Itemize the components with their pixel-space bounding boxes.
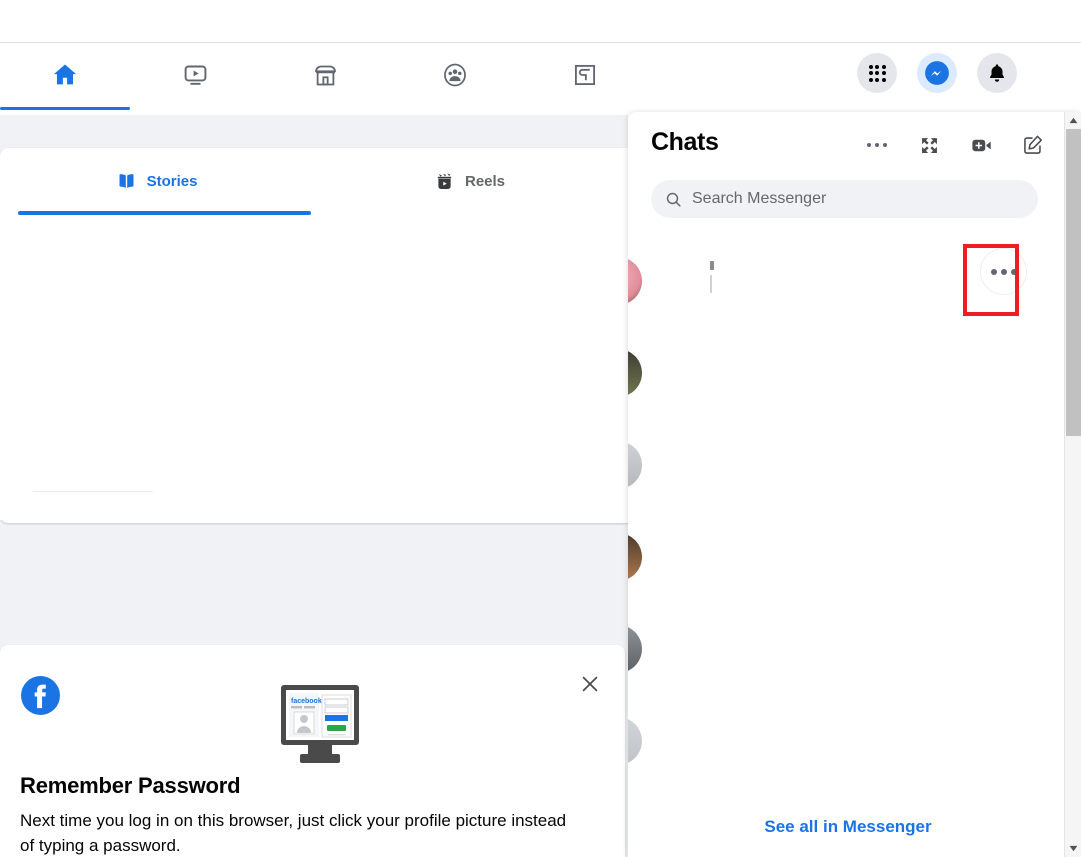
ellipsis-icon xyxy=(990,268,1017,275)
tab-stories[interactable]: Stories xyxy=(0,148,313,215)
svg-text:facebook: facebook xyxy=(291,698,322,705)
stories-reels-card: Stories Reels xyxy=(0,148,628,523)
chat-avatar xyxy=(628,441,642,489)
app-root: Stories Reels facebook Remember Password… xyxy=(0,0,1081,857)
search-icon xyxy=(666,192,681,207)
chat-list-item[interactable] xyxy=(628,695,1068,787)
scroll-down-button[interactable] xyxy=(1065,840,1081,857)
chat-avatar xyxy=(628,257,642,305)
nav-tab-gaming[interactable] xyxy=(520,44,650,106)
home-icon xyxy=(53,64,77,85)
scroll-up-arrow-icon xyxy=(1069,117,1078,124)
groups-icon xyxy=(444,63,466,87)
scroll-up-button[interactable] xyxy=(1065,112,1081,129)
dialog-description: Next time you log in on this browser, ju… xyxy=(20,811,567,855)
reels-icon xyxy=(437,173,452,189)
bell-icon xyxy=(989,64,1005,82)
messenger-expand-button[interactable] xyxy=(911,127,947,163)
nav-tab-video[interactable] xyxy=(130,44,260,106)
chat-avatar xyxy=(628,349,642,397)
stories-book-icon xyxy=(119,174,134,188)
chat-list-item[interactable] xyxy=(628,327,1068,419)
chat-preview-placeholder xyxy=(710,275,712,293)
scroll-down-arrow-icon xyxy=(1069,845,1078,852)
video-icon xyxy=(184,65,206,85)
navbar-tabs xyxy=(0,44,650,115)
close-icon xyxy=(582,676,598,692)
chat-list-item[interactable] xyxy=(628,419,1068,511)
messenger-button[interactable] xyxy=(917,53,957,93)
page-scrollbar[interactable] xyxy=(1064,112,1081,857)
messenger-search-placeholder: Search Messenger xyxy=(692,190,827,207)
feed-column: Stories Reels facebook Remember Password… xyxy=(0,115,628,857)
gaming-icon xyxy=(574,64,596,86)
messenger-header-actions xyxy=(859,127,1051,163)
chat-avatar xyxy=(628,533,642,581)
menu-button[interactable] xyxy=(857,53,897,93)
chat-list-item[interactable] xyxy=(628,235,1068,327)
tab-reels[interactable]: Reels xyxy=(313,148,626,215)
active-tab-underline xyxy=(0,107,130,110)
messenger-chats-panel: Chats Search Messenger See all in Messen… xyxy=(628,112,1081,857)
remember-password-dialog: facebook Remember Password Next time you… xyxy=(0,645,625,857)
chat-avatar xyxy=(628,717,642,765)
facebook-logo-icon xyxy=(20,675,61,721)
messenger-search-box[interactable]: Search Messenger xyxy=(651,180,1038,218)
expand-icon xyxy=(921,137,937,153)
monitor-login-illustration: facebook xyxy=(275,683,365,774)
tab-reels-label: Reels xyxy=(464,173,506,190)
see-all-in-messenger-link[interactable]: See all in Messenger xyxy=(764,817,931,837)
chat-list-item[interactable] xyxy=(628,511,1068,603)
new-video-call-button[interactable] xyxy=(963,127,999,163)
close-dialog-button[interactable] xyxy=(570,664,610,704)
dialog-title: Remember Password xyxy=(20,773,241,798)
panel-title: Chats xyxy=(651,128,719,156)
nav-tab-groups[interactable] xyxy=(390,44,520,106)
marketplace-icon xyxy=(314,65,336,85)
notifications-button[interactable] xyxy=(977,53,1017,93)
messenger-header: Chats xyxy=(628,112,1081,172)
video-plus-icon xyxy=(971,139,991,151)
chat-avatar xyxy=(628,625,642,673)
story-placeholder-line xyxy=(33,491,153,492)
compose-icon xyxy=(1024,135,1043,154)
navbar-actions xyxy=(857,53,1017,93)
facebook-navbar xyxy=(0,44,1081,115)
nav-tab-home[interactable] xyxy=(0,44,130,110)
messenger-footer: See all in Messenger xyxy=(628,797,1068,857)
grid-dots-icon xyxy=(868,64,886,82)
messenger-icon xyxy=(925,61,949,85)
chat-options-button[interactable] xyxy=(980,248,1027,295)
stories-reels-tabs: Stories Reels xyxy=(0,148,628,215)
messenger-chat-list[interactable] xyxy=(628,235,1068,800)
chat-list-item[interactable] xyxy=(628,603,1068,695)
new-message-button[interactable] xyxy=(1015,127,1051,163)
messenger-options-button[interactable] xyxy=(859,127,895,163)
scrollbar-thumb[interactable] xyxy=(1066,129,1081,436)
chat-name-placeholder xyxy=(710,261,714,270)
ellipsis-icon xyxy=(867,143,887,147)
browser-top-strip xyxy=(0,0,1081,43)
tab-stories-label: Stories xyxy=(146,173,198,190)
nav-tab-marketplace[interactable] xyxy=(260,44,390,106)
stories-carousel[interactable] xyxy=(0,215,628,520)
